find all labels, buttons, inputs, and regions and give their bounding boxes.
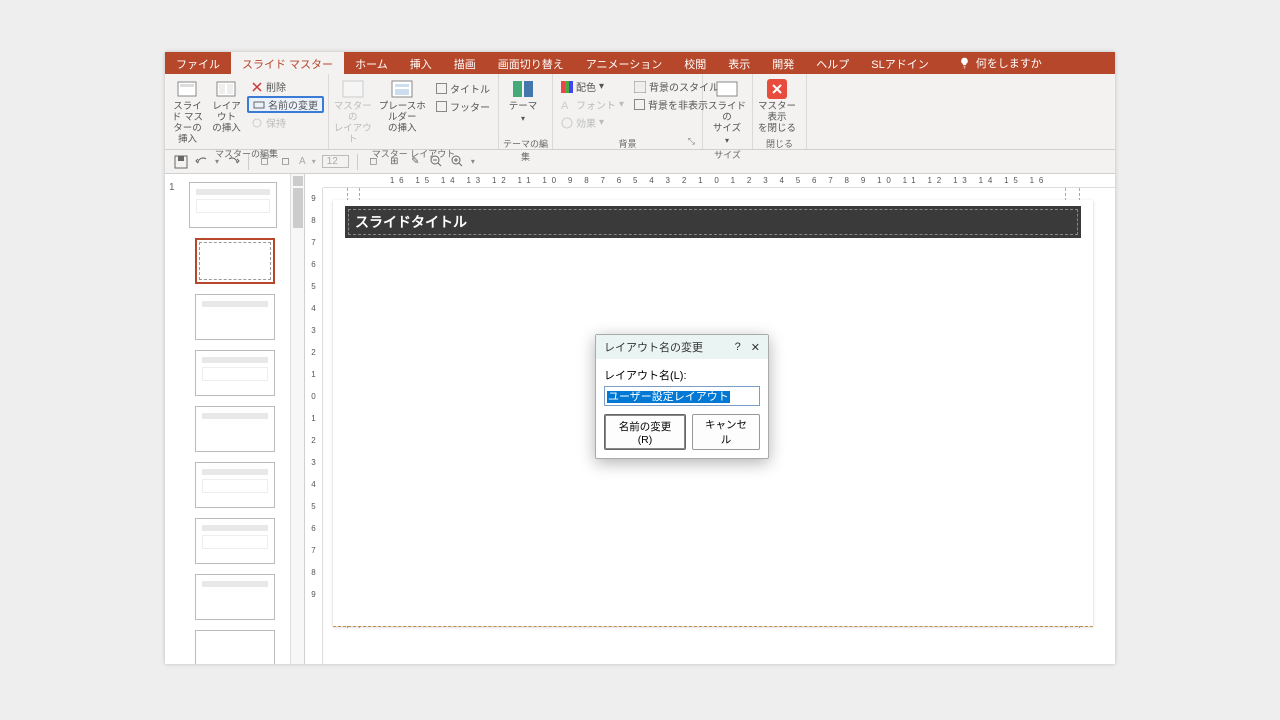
slide-title-placeholder[interactable]: スライドタイトル	[345, 206, 1081, 238]
undo-button[interactable]	[194, 154, 209, 169]
tab-animations[interactable]: アニメーション	[575, 52, 674, 74]
redo-icon	[226, 155, 240, 169]
qat-btn2[interactable]: ◻	[278, 154, 293, 169]
group-size: サイズ	[707, 146, 748, 160]
tab-developer[interactable]: 開発	[761, 52, 805, 74]
slide-master-icon	[176, 79, 200, 99]
tab-draw[interactable]: 描画	[443, 52, 487, 74]
rename-icon	[253, 99, 265, 111]
delete-button[interactable]: 削除	[247, 78, 324, 95]
preserve-button[interactable]: 保持	[247, 114, 324, 131]
ruler-vertical: 9876543210123456789	[305, 188, 323, 664]
fonts-icon: A	[561, 99, 573, 111]
svg-text:A: A	[561, 100, 569, 111]
undo-icon	[195, 155, 209, 169]
rename-layout-dialog: レイアウト名の変更 ? ✕ レイアウト名(L): ユーザー設定レイアウト 名前の…	[595, 334, 769, 459]
thumbnail-scrollbar[interactable]	[290, 174, 304, 664]
tell-me-search[interactable]: 何をしますか	[958, 52, 1042, 74]
thumbnail-layout-4[interactable]	[195, 406, 275, 452]
zoom-in-button[interactable]	[450, 154, 465, 169]
close-master-view-button[interactable]: マスター表示 を閉じる	[757, 76, 797, 134]
insert-layout-button[interactable]: レイアウト の挿入	[208, 76, 245, 134]
tab-review[interactable]: 校閲	[673, 52, 717, 74]
dialog-cancel-button[interactable]: キャンセル	[692, 414, 760, 450]
close-icon	[767, 79, 787, 99]
colors-icon	[561, 81, 573, 93]
fonts-button: Aフォント ▾	[557, 96, 628, 113]
zoom-out-button[interactable]	[429, 154, 444, 169]
zoom-in-icon	[451, 155, 464, 168]
tab-slide-master[interactable]: スライド マスター	[231, 52, 344, 74]
themes-icon	[511, 79, 535, 99]
ribbon: スライド マス ターの挿入 レイアウト の挿入 削除 名前の変更 保持 マスター…	[165, 74, 1115, 150]
lightbulb-icon	[958, 57, 971, 70]
qat-btn3[interactable]: ◻	[366, 154, 381, 169]
thumbnail-layout-1[interactable]	[195, 238, 275, 284]
tab-file[interactable]: ファイル	[165, 52, 231, 74]
slide-canvas: 16 15 14 13 12 11 10 9 8 7 6 5 4 3 2 1 0…	[305, 174, 1115, 664]
thumbnail-layout-5[interactable]	[195, 462, 275, 508]
insert-slide-master-button[interactable]: スライド マス ターの挿入	[169, 76, 206, 145]
group-background: 背景	[557, 135, 698, 149]
redo-button[interactable]	[225, 154, 240, 169]
qat-btn1[interactable]: ◻	[257, 154, 272, 169]
master-layout-button: マスターの レイアウト	[333, 76, 373, 145]
placeholder-icon	[390, 79, 414, 99]
group-close: 閉じる	[757, 135, 802, 149]
tab-sl-addin[interactable]: SLアドイン	[860, 52, 939, 74]
bg-icon	[634, 81, 646, 93]
dialog-title: レイアウト名の変更	[604, 339, 703, 355]
tab-view[interactable]: 表示	[717, 52, 761, 74]
layout-icon	[215, 79, 239, 99]
ruler-horizontal: 16 15 14 13 12 11 10 9 8 7 6 5 4 3 2 1 0…	[323, 174, 1115, 188]
save-icon	[174, 155, 188, 169]
footer-checkbox[interactable]: フッター	[432, 98, 494, 115]
thumbnail-pane: 1	[165, 174, 305, 664]
effects-icon	[561, 117, 573, 129]
themes-button[interactable]: テーマ▾	[503, 76, 543, 124]
slide-size-icon	[715, 80, 739, 98]
thumbnail-layout-2[interactable]	[195, 294, 275, 340]
thumbnail-layout-6[interactable]	[195, 518, 275, 564]
dialog-close-button[interactable]: ✕	[751, 341, 760, 354]
preserve-icon	[251, 117, 263, 129]
dialog-rename-button[interactable]: 名前の変更(R)	[604, 414, 686, 450]
tab-help[interactable]: ヘルプ	[805, 52, 860, 74]
colors-button[interactable]: 配色 ▾	[557, 78, 628, 95]
layout-name-label: レイアウト名(L):	[604, 367, 760, 383]
group-theme-edit: テーマの編集	[503, 135, 548, 149]
thumbnail-layout-3[interactable]	[195, 350, 275, 396]
tab-home[interactable]: ホーム	[344, 52, 399, 74]
layout-name-input[interactable]: ユーザー設定レイアウト	[604, 386, 760, 406]
qat-btn4[interactable]: ⊞	[387, 154, 402, 169]
insert-placeholder-button[interactable]: プレースホルダー の挿入	[375, 76, 430, 134]
master-layout-icon	[341, 79, 365, 99]
slide-size-button[interactable]: スライドの サイズ▾	[707, 76, 747, 146]
tab-insert[interactable]: 挿入	[399, 52, 443, 74]
qat-btn5[interactable]: ✎	[408, 154, 423, 169]
dialog-help-button[interactable]: ?	[735, 341, 741, 354]
title-checkbox[interactable]: タイトル	[432, 80, 494, 97]
delete-icon	[251, 81, 263, 93]
thumbnail-layout-8[interactable]	[195, 630, 275, 664]
powerpoint-window: ファイル スライド マスター ホーム 挿入 描画 画面切り替え アニメーション …	[165, 52, 1115, 664]
ribbon-tabs: ファイル スライド マスター ホーム 挿入 描画 画面切り替え アニメーション …	[165, 52, 1115, 74]
effects-button: 効果 ▾	[557, 114, 628, 131]
zoom-out-icon	[430, 155, 443, 168]
rename-button[interactable]: 名前の変更	[247, 96, 324, 113]
save-button[interactable]	[173, 154, 188, 169]
thumbnail-layout-7[interactable]	[195, 574, 275, 620]
font-size-field[interactable]: 12	[322, 155, 349, 168]
tab-transitions[interactable]: 画面切り替え	[487, 52, 575, 74]
thumbnail-master[interactable]	[189, 182, 277, 228]
slide-number: 1	[169, 182, 175, 193]
